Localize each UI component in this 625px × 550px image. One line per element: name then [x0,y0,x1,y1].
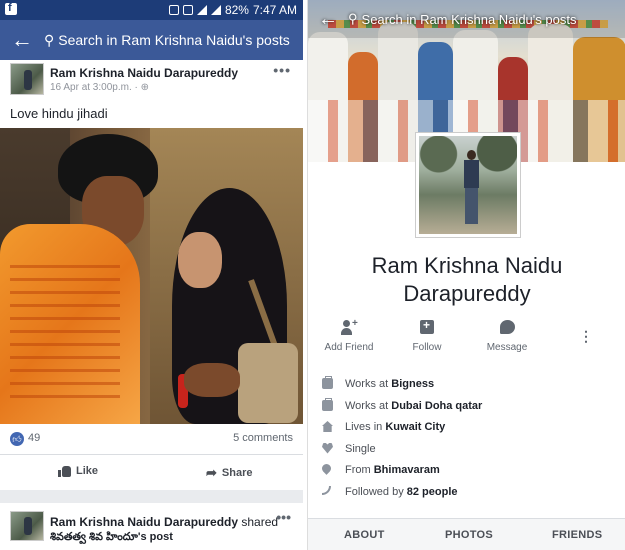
signal-icon [196,5,207,15]
like-button[interactable]: Like [58,465,98,477]
message-button[interactable]: Message [480,320,534,353]
photo-shawl-pattern [10,258,120,408]
post-photo[interactable] [0,128,303,424]
about-prefix: Single [345,442,376,455]
profile-name-line2: Darapureddy [403,281,531,306]
status-bar: f 82% 7:47 AM [0,0,303,20]
messenger-icon [499,320,515,334]
house-icon [322,421,333,432]
alarm-icon [168,5,179,15]
photo-bag [238,343,298,423]
briefcase-icon [322,376,333,389]
about-item-from[interactable]: From Bhimavaram [308,462,625,484]
more-options-icon[interactable]: ⋮ [578,328,594,345]
post-timestamp: 16 Apr at 3:00p.m. · ⊕ [50,82,149,93]
follow-label: Follow [412,342,442,353]
back-arrow-icon[interactable]: ← [0,27,44,53]
tab-about[interactable]: ABOUT [344,529,385,541]
bluetooth-icon [182,5,193,15]
about-value[interactable]: 82 people [407,486,458,498]
post-actions: Like ➦ Share [0,454,303,490]
post-header: Ram Krishna Naidu Darapureddy 16 Apr at … [0,60,303,102]
photo-face-woman [178,232,222,288]
about-value[interactable]: Kuwait City [385,421,445,433]
add-friend-button[interactable]: + Add Friend [324,318,374,353]
about-item-work-1[interactable]: Works at Bigness [308,376,625,398]
about-prefix: From [345,464,374,476]
search-input[interactable]: Search in Ram Krishna Naidu's posts [58,32,289,48]
profile-name: Ram Krishna Naidu Darapureddy [308,252,625,308]
post-more-icon[interactable]: ••• [273,62,291,78]
share-arrow-icon: ➦ [206,465,217,480]
rss-icon [322,485,331,495]
profile-tabs: ABOUT PHOTOS FRIENDS [308,518,625,550]
briefcase-icon [322,397,333,411]
like-button-label: Like [76,465,99,477]
about-item-lives[interactable]: Lives in Kuwait City [308,419,625,441]
photo-hand [184,363,240,397]
post2-author-name[interactable]: Ram Krishna Naidu Darapureddy [50,515,238,529]
search-icon: ⚲ [44,31,55,48]
comments-count[interactable]: 5 comments [233,432,293,444]
about-prefix: Works at [345,378,392,390]
search-input[interactable]: Search in Ram Krishna Naidu's posts [362,12,577,27]
profile-picture-person [463,150,479,226]
like-reaction-icon: 👍︎ [10,432,24,446]
post-text: Love hindu jihadi [10,106,108,121]
search-bar[interactable]: ← ⚲ Search in Ram Krishna Naidu's posts [308,0,625,38]
facebook-notification-icon: f [5,2,17,15]
post-feed-panel: f 82% 7:47 AM ← ⚲ Search in Ram Krishna … [0,0,303,550]
post2-shared-source[interactable]: శివతత్వ శివ హిందూ's post [50,531,173,546]
about-item-followers[interactable]: Followed by 82 people [308,484,625,506]
post-timestamp-text: 16 Apr at 3:00p.m. · [50,82,141,93]
tab-photos[interactable]: PHOTOS [445,529,493,541]
about-prefix: Followed by [345,485,407,498]
reactions-bar: 👍︎ 49 5 comments [0,424,303,454]
add-friend-icon: + [341,318,358,336]
about-item-work-2[interactable]: Works at Dubai Doha qatar [308,397,625,420]
about-prefix: Lives in [345,421,386,433]
search-icon: ⚲ [348,11,358,26]
post-more-icon[interactable]: ••• [276,509,291,525]
location-pin-icon [320,462,333,475]
about-prefix: Works at [345,399,392,412]
about-list: Works at Bigness Works at Dubai Doha qat… [308,376,625,505]
signal-icon-2 [210,5,221,15]
profile-picture[interactable] [415,132,521,238]
globe-icon: ⊕ [140,82,149,93]
share-button[interactable]: ➦ Share [206,465,252,481]
about-value[interactable]: Bhimavaram [374,464,440,476]
avatar[interactable] [10,511,44,541]
battery-level: 82% [224,3,249,17]
back-arrow-icon[interactable]: ← [308,8,348,31]
about-value[interactable]: Dubai Doha qatar [391,400,482,412]
like-count[interactable]: 49 [28,432,40,444]
message-label: Message [486,342,528,353]
profile-actions: + Add Friend Follow Message ⋮ [308,318,625,362]
avatar[interactable] [10,63,44,95]
profile-name-line1: Ram Krishna Naidu [371,253,563,278]
follow-button[interactable]: Follow [404,318,450,353]
post-card-2: Ram Krishna Naidu Darapureddy shared శివ… [0,503,303,550]
add-friend-label: Add Friend [324,342,374,353]
tab-friends[interactable]: FRIENDS [552,529,602,541]
post-author[interactable]: Ram Krishna Naidu Darapureddy [50,66,238,80]
heart-icon [322,442,333,454]
thumbs-up-icon [58,465,71,477]
composite-screenshot: f 82% 7:47 AM ← ⚲ Search in Ram Krishna … [0,0,625,550]
search-bar[interactable]: ← ⚲ Search in Ram Krishna Naidu's posts [0,20,303,60]
profile-panel: ← ⚲ Search in Ram Krishna Naidu's posts … [307,0,625,550]
post2-author: Ram Krishna Naidu Darapureddy shared [50,515,278,529]
clock-time: 7:47 AM [252,3,297,17]
share-button-label: Share [221,467,253,479]
about-item-relationship: Single [308,441,625,463]
about-value[interactable]: Bigness [391,378,434,390]
post2-shared-label: shared [238,515,279,529]
follow-icon [420,318,434,334]
